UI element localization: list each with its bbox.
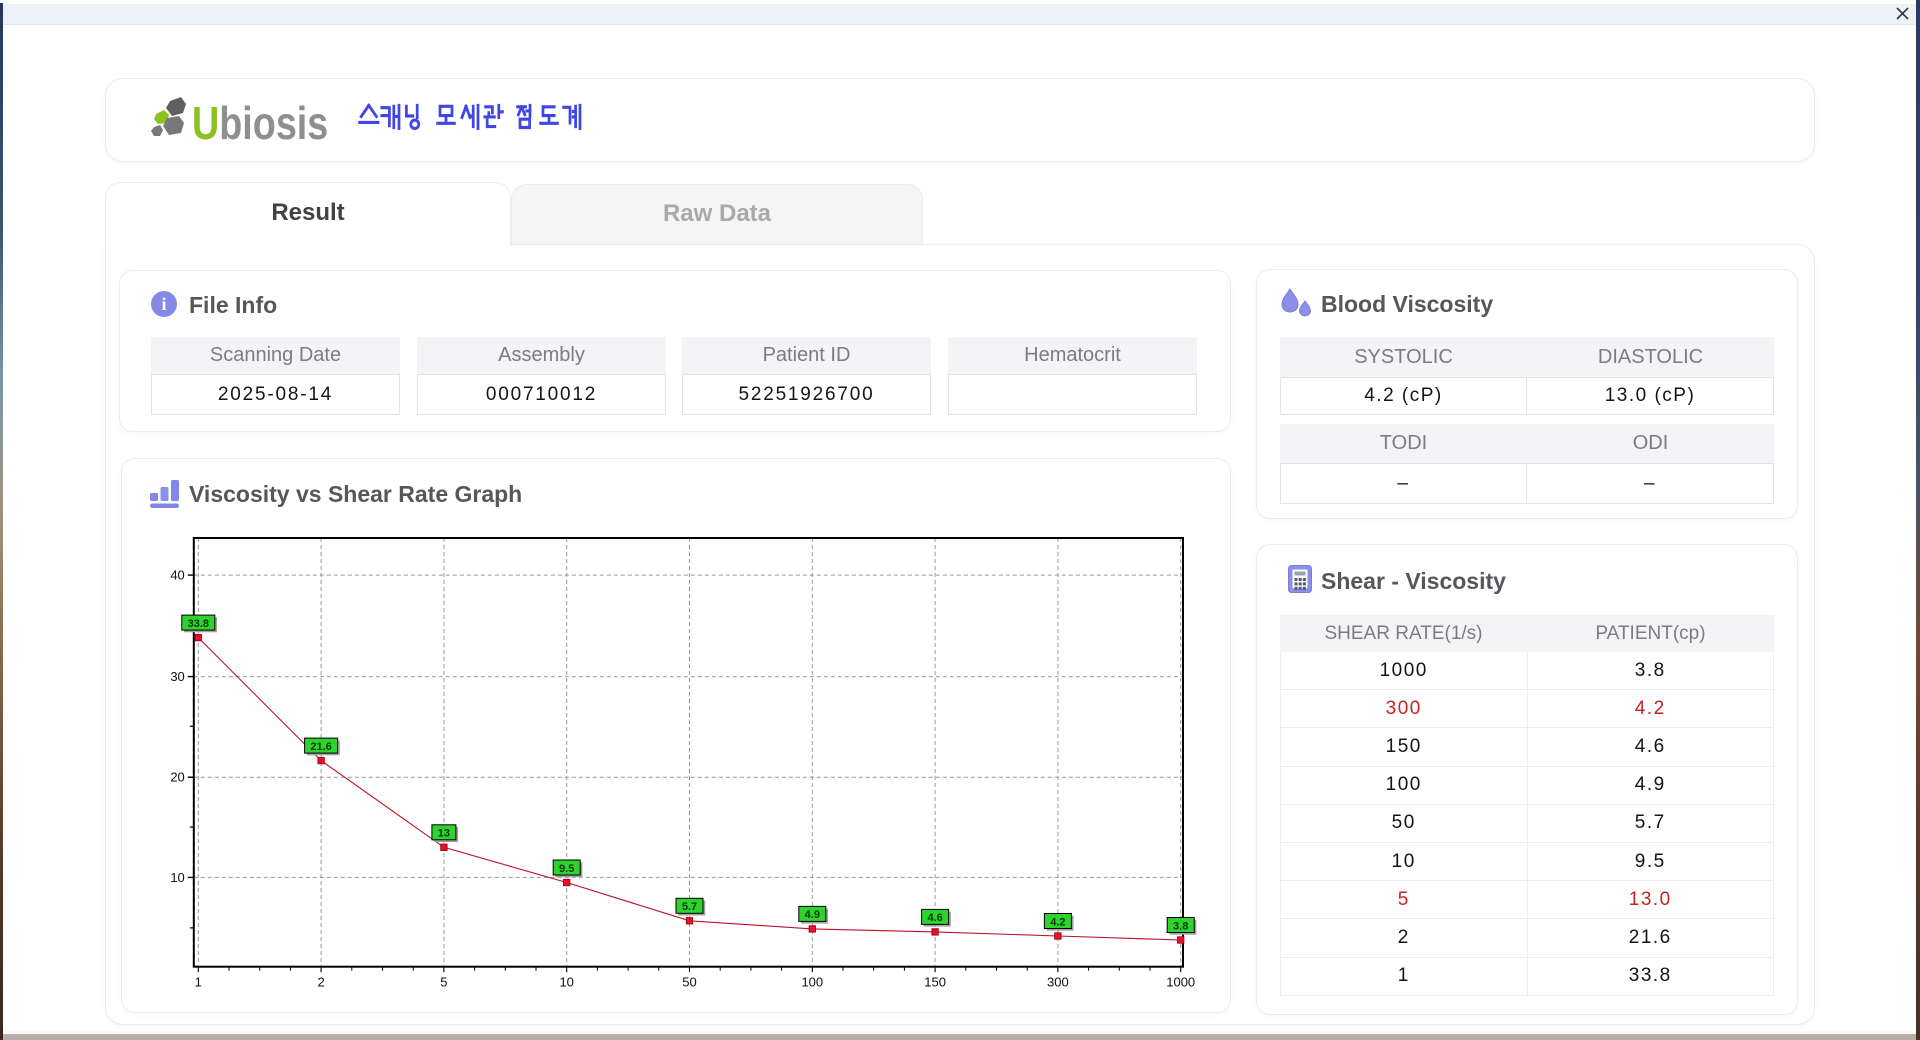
svg-text:4.2: 4.2 (1050, 916, 1065, 928)
svg-text:150: 150 (924, 975, 946, 990)
svg-text:300: 300 (1047, 975, 1069, 990)
svg-text:1: 1 (195, 975, 202, 990)
svg-text:10: 10 (559, 975, 573, 990)
svg-text:4.9: 4.9 (805, 909, 820, 921)
svg-text:3.8: 3.8 (1173, 920, 1188, 932)
svg-text:5: 5 (440, 975, 447, 990)
svg-text:4.6: 4.6 (927, 912, 942, 924)
svg-text:9.5: 9.5 (559, 863, 574, 875)
svg-text:1000: 1000 (1166, 975, 1195, 990)
svg-text:20: 20 (170, 770, 184, 785)
svg-text:33.8: 33.8 (188, 618, 209, 630)
svg-text:13: 13 (438, 828, 450, 840)
svg-text:40: 40 (170, 568, 184, 583)
svg-text:2: 2 (317, 975, 324, 990)
svg-text:30: 30 (170, 669, 184, 684)
svg-text:5.7: 5.7 (682, 901, 697, 913)
svg-text:21.6: 21.6 (310, 741, 331, 753)
svg-text:50: 50 (682, 975, 696, 990)
svg-text:10: 10 (170, 870, 184, 885)
svg-text:100: 100 (801, 975, 823, 990)
